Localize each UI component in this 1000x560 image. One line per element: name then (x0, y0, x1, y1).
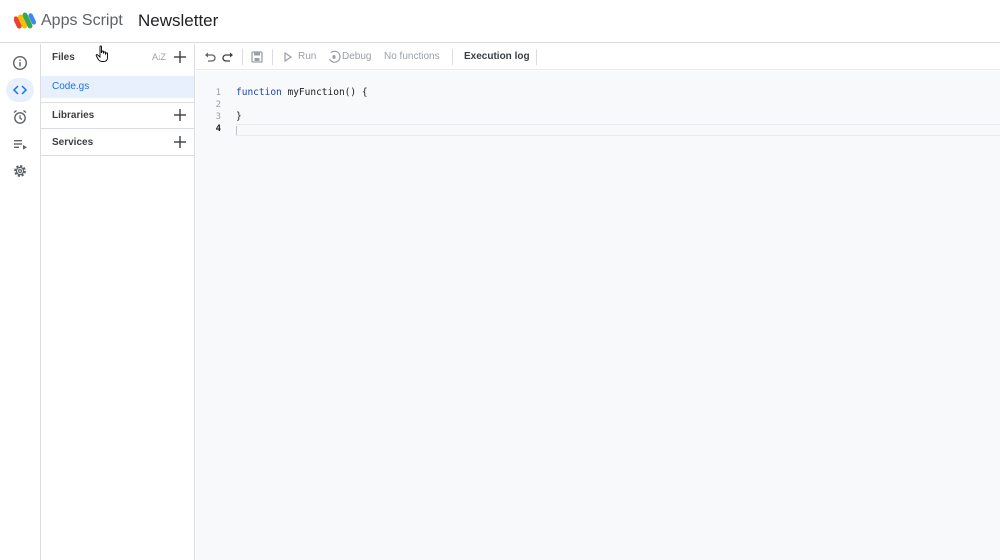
text-caret (236, 126, 237, 135)
files-header: Files A↓Z (41, 44, 194, 70)
execution-log-button[interactable]: Execution log (464, 51, 530, 62)
toolbar-separator (536, 49, 537, 65)
add-service-icon[interactable] (173, 135, 187, 149)
debug-button[interactable]: Debug (342, 51, 371, 62)
code-text: myFunction() { (281, 87, 368, 98)
redo-icon[interactable] (221, 50, 235, 64)
code-editor[interactable]: 1 2 3 4 function myFunction() { } (196, 71, 1000, 560)
toolbar-separator (452, 49, 453, 65)
files-title: Files (52, 51, 75, 63)
code-text: } (236, 111, 242, 122)
current-line-highlight (236, 124, 1000, 136)
toolbar-separator (272, 49, 273, 65)
product-name[interactable]: Apps Script (41, 12, 123, 30)
save-icon[interactable] (250, 50, 264, 64)
project-title[interactable]: Newsletter (138, 11, 218, 31)
triggers-button[interactable] (6, 105, 34, 129)
mouse-hand-cursor-icon (95, 45, 108, 62)
add-file-icon[interactable] (173, 50, 187, 64)
add-library-icon[interactable] (173, 108, 187, 122)
run-icon[interactable] (283, 51, 293, 63)
run-button[interactable]: Run (298, 51, 316, 62)
file-name: Code.gs (52, 81, 90, 92)
left-nav-rail (0, 44, 41, 560)
line-number: 4 (215, 124, 221, 134)
line-number: 1 (215, 88, 221, 98)
divider (41, 155, 194, 156)
info-icon (12, 55, 28, 71)
services-title: Services (52, 136, 94, 148)
executions-icon (14, 140, 27, 150)
sort-az-icon[interactable]: A↓Z (152, 52, 166, 62)
line-number: 3 (215, 112, 221, 122)
services-header: Services (41, 129, 194, 155)
code-line-1[interactable]: function myFunction() { (236, 87, 368, 98)
toolbar-separator (242, 49, 243, 65)
undo-icon[interactable] (203, 50, 217, 64)
code-icon (12, 85, 28, 95)
files-panel: Files A↓Z Code.gs Libraries Services (41, 44, 195, 560)
settings-button[interactable] (6, 159, 34, 183)
libraries-title: Libraries (52, 109, 95, 121)
function-select[interactable]: No functions (384, 51, 440, 62)
apps-script-logo-icon[interactable] (14, 11, 36, 31)
debug-icon[interactable] (327, 50, 341, 64)
line-number: 2 (215, 100, 221, 110)
overview-button[interactable] (6, 51, 34, 75)
app-header: Apps Script Newsletter (0, 0, 1000, 43)
gear-icon (14, 165, 26, 177)
libraries-header: Libraries (41, 102, 194, 128)
editor-button[interactable] (6, 78, 34, 102)
file-item[interactable]: Code.gs (41, 76, 194, 98)
code-keyword: function (236, 87, 282, 98)
editor-toolbar: Run Debug No functions Execution log (196, 44, 1000, 70)
code-line-3[interactable]: } (236, 111, 242, 122)
executions-button[interactable] (6, 132, 34, 156)
alarm-clock-icon (13, 109, 27, 124)
